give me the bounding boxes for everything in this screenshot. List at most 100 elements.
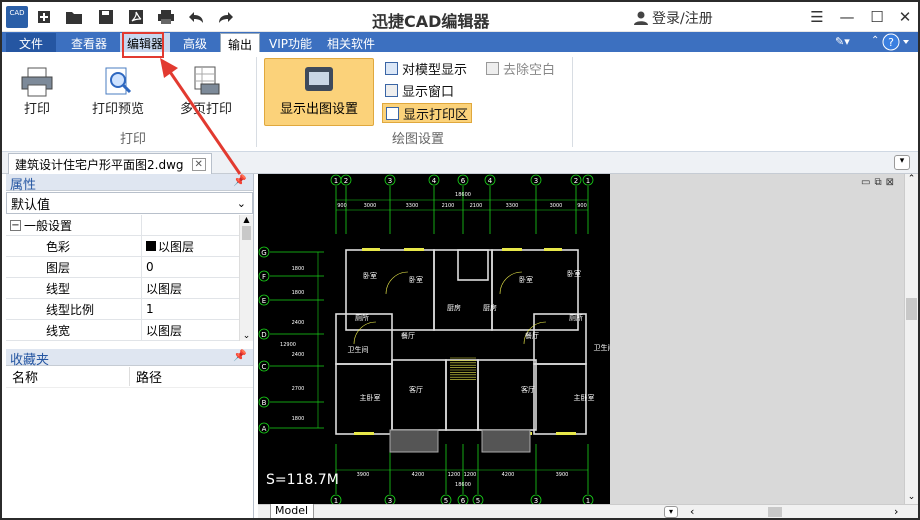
tab-output[interactable]: 输出: [220, 33, 261, 52]
axis-label: B: [262, 399, 267, 407]
property-row[interactable]: 色彩 以图层: [6, 236, 253, 257]
app-title: 迅捷CAD编辑器: [372, 12, 490, 31]
window: [556, 432, 576, 435]
print-button[interactable]: 打印: [20, 66, 54, 117]
favorites-columns: 名称 路径: [6, 366, 253, 388]
pin-icon[interactable]: 📌: [233, 349, 247, 362]
menu-icon[interactable]: ☰: [806, 6, 828, 28]
axis-label: 4: [432, 177, 437, 185]
remove-blank-button[interactable]: 去除空白: [486, 58, 555, 78]
display-print-area-button[interactable]: 显示打印区: [382, 103, 473, 123]
door-arc: [353, 321, 377, 345]
dimension-text: 3900: [556, 472, 569, 478]
print-icon[interactable]: [156, 7, 176, 27]
favorites-header: 收藏夹 📌: [6, 349, 253, 368]
axis-label: A: [262, 425, 267, 433]
new-file-icon[interactable]: [34, 7, 54, 27]
room-label: 厕所: [355, 313, 369, 322]
maximize-icon[interactable]: ☐: [866, 6, 888, 28]
scroll-right-icon[interactable]: ›: [894, 505, 898, 518]
property-row[interactable]: 图层 0: [6, 257, 253, 278]
column-name[interactable]: 名称: [6, 367, 130, 386]
dimension-text: 3900: [357, 472, 370, 478]
room-label: 厕所: [569, 313, 583, 322]
menu-bar: 文件 查看器 编辑器 高级 输出 VIP功能 相关软件 ✎▾ ⌃ ?: [2, 32, 918, 52]
dimension-text: 3300: [406, 203, 419, 209]
display-window-button[interactable]: 显示窗口: [385, 80, 454, 100]
brush-icon[interactable]: ✎▾: [828, 33, 857, 52]
room-label: 餐厅: [525, 331, 539, 340]
tab-related-software[interactable]: 相关软件: [320, 33, 382, 52]
room-label: 厨房: [447, 303, 461, 312]
tab-file[interactable]: 文件: [6, 33, 56, 52]
axis-label: 3: [388, 177, 392, 185]
wall: [433, 249, 493, 331]
minimize-icon[interactable]: —: [836, 6, 858, 28]
minimize-drawing-icon[interactable]: ▭: [861, 177, 870, 188]
room-label: 卫生间: [594, 343, 611, 352]
model-tab[interactable]: Model: [270, 504, 314, 518]
window: [362, 248, 380, 251]
restore-drawing-icon[interactable]: ⧉: [874, 177, 881, 188]
dimension-text: 2400: [292, 352, 305, 358]
properties-combo[interactable]: 默认值 ⌄: [6, 192, 253, 214]
tab-list-icon[interactable]: ▾: [894, 155, 910, 170]
left-panel: 属性 📌 默认值 ⌄ − 一般设置 色彩 以图层 图层 0 线型 以图层 线型比例 1 线宽…: [6, 174, 254, 518]
layout-list-icon[interactable]: ▾: [664, 506, 678, 518]
close-drawing-icon[interactable]: ⊠: [886, 177, 894, 188]
print-preview-button[interactable]: 打印预览: [92, 66, 144, 117]
collapse-icon[interactable]: −: [10, 219, 21, 231]
dimension-text: 4200: [502, 472, 515, 478]
axis-label: F: [262, 273, 266, 281]
tab-editor[interactable]: 编辑器: [120, 33, 171, 52]
monitor-icon: [305, 67, 333, 91]
svg-text:?: ?: [888, 36, 894, 49]
dimension-text: 3000: [550, 203, 563, 209]
properties-grid: − 一般设置 色彩 以图层 图层 0 线型 以图层 线型比例 1 线宽 以图层 ▲ ⌄: [6, 215, 253, 341]
model-display-button[interactable]: 对模型显示: [385, 58, 467, 78]
document-tab-label: 建筑设计住宅户形平面图2.dwg: [15, 157, 184, 172]
dimension-text: 12900: [280, 342, 296, 348]
horizontal-scrollbar[interactable]: ▾ ‹ ›: [258, 504, 918, 518]
redo-icon[interactable]: [216, 7, 236, 27]
dimension-text: 2700: [292, 386, 305, 392]
scroll-left-icon[interactable]: ‹: [690, 505, 694, 518]
properties-header: 属性 📌: [6, 174, 253, 193]
room-label: 餐厅: [401, 331, 415, 340]
tab-viewer[interactable]: 查看器: [64, 33, 114, 52]
multipage-print-button[interactable]: 多页打印: [180, 66, 232, 117]
axis-label: 6: [461, 497, 466, 504]
room-label: 厨房: [483, 303, 497, 312]
remove-blank-icon: [486, 61, 499, 75]
help-icon[interactable]: ?: [882, 33, 912, 52]
axis-label: 2: [574, 177, 578, 185]
window: [354, 432, 374, 435]
tab-advanced[interactable]: 高级: [176, 33, 214, 52]
pin-icon[interactable]: 📌: [233, 174, 247, 187]
open-folder-icon[interactable]: [64, 7, 84, 27]
cad-drawing-area[interactable]: 1 2 3 4 6 4 3 2 1 18600 900 3000 3300 2100 2100 3300 300…: [258, 174, 615, 506]
floor-plan: 1 2 3 4 6 4 3 2 118600900 3000 3300 2100 2100 3300 300…: [258, 174, 615, 506]
dimension-text: 18600: [455, 482, 471, 488]
close-tab-icon[interactable]: ✕: [191, 157, 206, 171]
vertical-scrollbar[interactable]: ⌃ ⌄: [904, 174, 918, 504]
save-icon[interactable]: [96, 7, 116, 27]
properties-scrollbar[interactable]: ▲ ⌄: [239, 215, 253, 341]
room-label: 卧室: [567, 269, 581, 278]
pdf-icon[interactable]: [126, 7, 146, 27]
display-layout-settings-button[interactable]: 显示出图设置: [264, 58, 374, 126]
section-row[interactable]: − 一般设置: [6, 215, 253, 236]
column-path[interactable]: 路径: [130, 367, 162, 386]
undo-icon[interactable]: [186, 7, 206, 27]
login-button[interactable]: 登录/注册: [634, 8, 713, 28]
user-icon: [634, 11, 648, 25]
window: [404, 248, 424, 251]
property-row[interactable]: 线型比例 1: [6, 299, 253, 320]
axis-label: G: [261, 249, 266, 257]
property-row[interactable]: 线型 以图层: [6, 278, 253, 299]
property-row[interactable]: 线宽 以图层: [6, 320, 253, 341]
document-tab[interactable]: 建筑设计住宅户形平面图2.dwg ✕: [8, 153, 212, 174]
dimension-text: 2100: [470, 203, 483, 209]
tab-vip[interactable]: VIP功能: [262, 33, 319, 52]
close-icon[interactable]: ✕: [894, 6, 916, 28]
